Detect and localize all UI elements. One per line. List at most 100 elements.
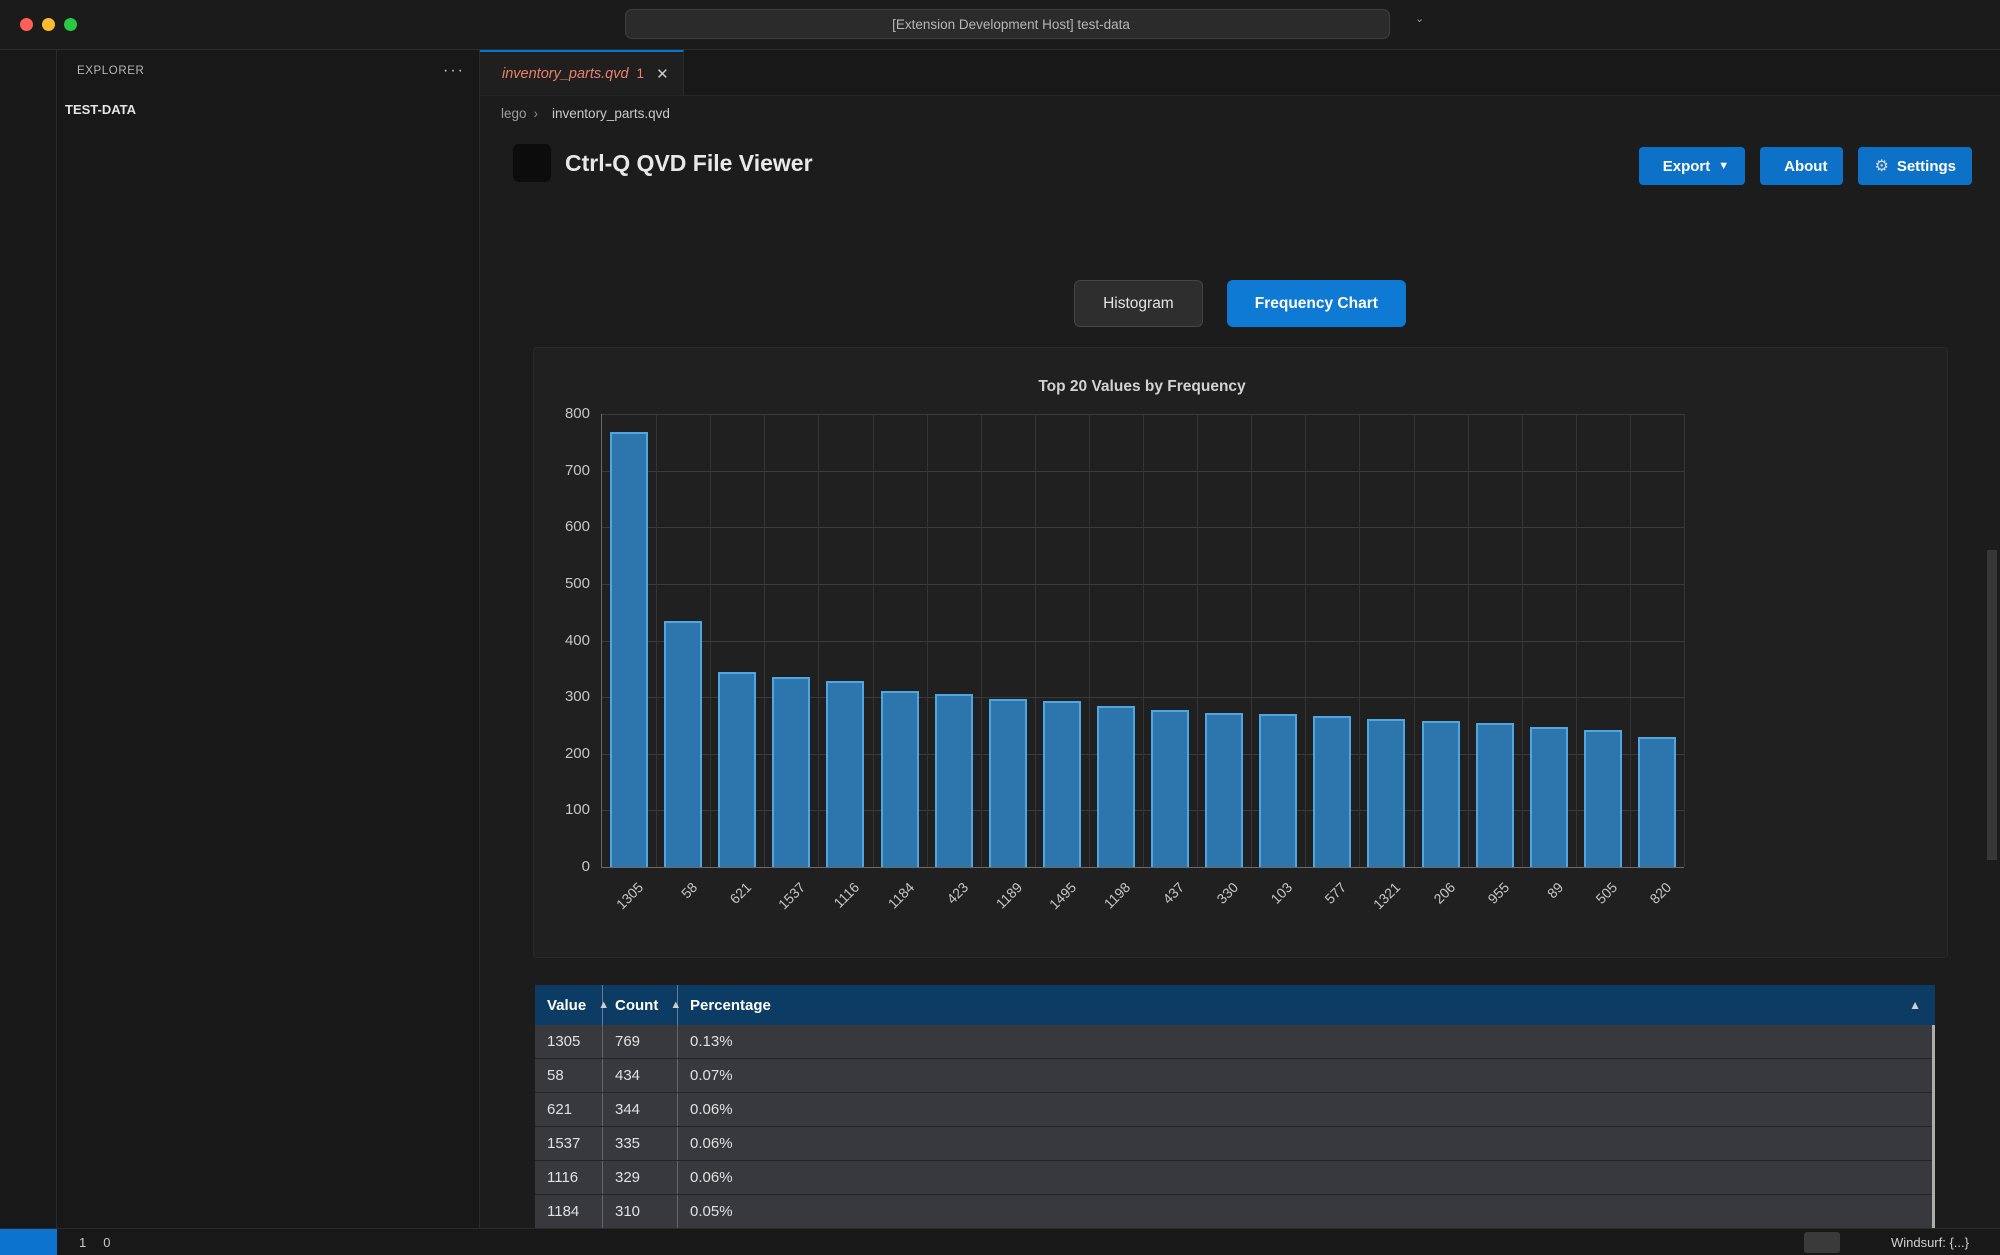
table-row[interactable]: 11163290.06% [535, 1161, 1935, 1195]
activity-bar [0, 50, 57, 1228]
table-row[interactable]: 6213440.06% [535, 1093, 1935, 1127]
gridline-v [1197, 414, 1198, 867]
x-tick-label: 1116 [802, 879, 863, 940]
bar-820[interactable] [1638, 737, 1676, 867]
table-header: Value▲Count▲Percentage▲ [535, 985, 1935, 1025]
breadcrumb-file[interactable]: inventory_parts.qvd [552, 106, 670, 121]
windsurf-status[interactable]: Windsurf: {...} [1891, 1235, 1969, 1250]
bar-chart [601, 414, 1684, 868]
table-row[interactable]: 13057690.13% [535, 1025, 1935, 1059]
tab-filename: inventory_parts.qvd [502, 66, 629, 82]
y-tick-label: 800 [544, 405, 590, 422]
bar-1321[interactable] [1367, 719, 1405, 867]
problems-indicator[interactable]: 1 0 [57, 1235, 110, 1250]
tab-inventory-parts[interactable]: inventory_parts.qvd 1 ✕ [480, 50, 684, 95]
bar-1184[interactable] [881, 691, 919, 867]
window-controls [20, 18, 77, 31]
vscode-window: [Extension Development Host] test-data ⌄… [0, 0, 2000, 1255]
export-caret-icon: ▼ [1718, 160, 1729, 172]
bar-577[interactable] [1313, 716, 1351, 867]
frequency-chart-panel: Top 20 Values by Frequency 8007006005004… [533, 347, 1948, 958]
table-row[interactable]: 584340.07% [535, 1059, 1935, 1093]
table-cell: 0.05% [678, 1195, 1935, 1228]
gridline-v [873, 414, 874, 867]
table-cell: 329 [603, 1161, 678, 1194]
error-count: 1 [79, 1235, 86, 1250]
table-scrollbar[interactable] [1932, 1025, 1935, 1229]
search-text: [Extension Development Host] test-data [892, 17, 1130, 32]
bar-1305[interactable] [610, 432, 648, 867]
x-tick-label: 89 [1505, 879, 1566, 940]
maximize-window-button[interactable] [64, 18, 77, 31]
x-tick-label: 1198 [1072, 879, 1133, 940]
bar-1189[interactable] [989, 699, 1027, 867]
export-button[interactable]: Export ▼ [1639, 147, 1745, 185]
bar-206[interactable] [1422, 721, 1460, 867]
table-row[interactable]: 11843100.05% [535, 1195, 1935, 1229]
chart-view-toggle: Histogram Frequency Chart [480, 280, 2000, 327]
x-tick-label: 621 [694, 879, 755, 940]
about-button[interactable]: About [1760, 147, 1843, 185]
workspace-title: TEST-DATA [65, 102, 136, 117]
titlebar: [Extension Development Host] test-data ⌄ [0, 0, 2000, 50]
table-cell: 1305 [535, 1025, 603, 1058]
explorer-sidebar: EXPLORER ··· TEST-DATA [57, 50, 480, 1228]
bar-89[interactable] [1530, 727, 1568, 867]
bar-505[interactable] [1584, 730, 1622, 867]
frequency-chart-button[interactable]: Frequency Chart [1227, 280, 1406, 327]
bar-621[interactable] [718, 672, 756, 867]
column-label: Count [615, 997, 658, 1014]
minimize-window-button[interactable] [42, 18, 55, 31]
editor-scrollbar[interactable] [1987, 550, 1997, 860]
table-cell: 0.13% [678, 1025, 1935, 1058]
explorer-more-button[interactable]: ··· [443, 62, 465, 80]
close-window-button[interactable] [20, 18, 33, 31]
table-cell: 0.06% [678, 1127, 1935, 1160]
settings-button[interactable]: ⚙ Settings [1858, 147, 1972, 185]
bar-1116[interactable] [826, 681, 864, 867]
warning-count: 0 [103, 1235, 110, 1250]
histogram-button[interactable]: Histogram [1074, 280, 1203, 327]
bar-437[interactable] [1151, 710, 1189, 867]
table-cell: 344 [603, 1093, 678, 1126]
x-tick-label: 437 [1127, 879, 1188, 940]
command-center-search[interactable]: [Extension Development Host] test-data [625, 9, 1390, 39]
table-row[interactable]: 15373350.06% [535, 1127, 1935, 1161]
x-tick-label: 955 [1451, 879, 1512, 940]
gridline-v [1468, 414, 1469, 867]
bar-1198[interactable] [1097, 706, 1135, 867]
breadcrumb-folder[interactable]: lego [501, 106, 527, 121]
assistant-menu[interactable]: ⌄ [1412, 12, 1424, 25]
bar-330[interactable] [1205, 713, 1243, 867]
breadcrumb: lego › inventory_parts.qvd [480, 96, 2000, 130]
close-tab-icon[interactable]: ✕ [656, 65, 669, 83]
x-tick-label: 103 [1235, 879, 1296, 940]
bar-1537[interactable] [772, 677, 810, 867]
workspace-section-header[interactable]: TEST-DATA [57, 92, 479, 126]
table-cell: 58 [535, 1059, 603, 1092]
table-cell: 621 [535, 1093, 603, 1126]
x-tick-label: 330 [1181, 879, 1242, 940]
x-tick-label: 1321 [1343, 879, 1404, 940]
remote-indicator[interactable] [0, 1229, 57, 1255]
bar-1495[interactable] [1043, 701, 1081, 867]
bar-423[interactable] [935, 694, 973, 867]
y-tick-label: 700 [544, 462, 590, 479]
bar-955[interactable] [1476, 723, 1514, 867]
gridline-v [1359, 414, 1360, 867]
column-header-percentage[interactable]: Percentage [678, 985, 1935, 1025]
gridline-v [1630, 414, 1631, 867]
gridline-v [1251, 414, 1252, 867]
gridline-v [1576, 414, 1577, 867]
column-header-count[interactable]: Count▲ [603, 985, 678, 1025]
zoom-status-button[interactable] [1804, 1232, 1840, 1253]
x-tick-label: 1537 [748, 879, 809, 940]
column-header-value[interactable]: Value▲ [535, 985, 603, 1025]
header-sort-icon[interactable]: ▲ [1909, 985, 1921, 1025]
bar-58[interactable] [664, 621, 702, 867]
bar-103[interactable] [1259, 714, 1297, 867]
gridline-v [927, 414, 928, 867]
webview-content: Ctrl-Q QVD File Viewer Export ▼ About ⚙ … [480, 130, 2000, 1228]
x-tick-label: 577 [1289, 879, 1350, 940]
y-tick-label: 500 [544, 575, 590, 592]
